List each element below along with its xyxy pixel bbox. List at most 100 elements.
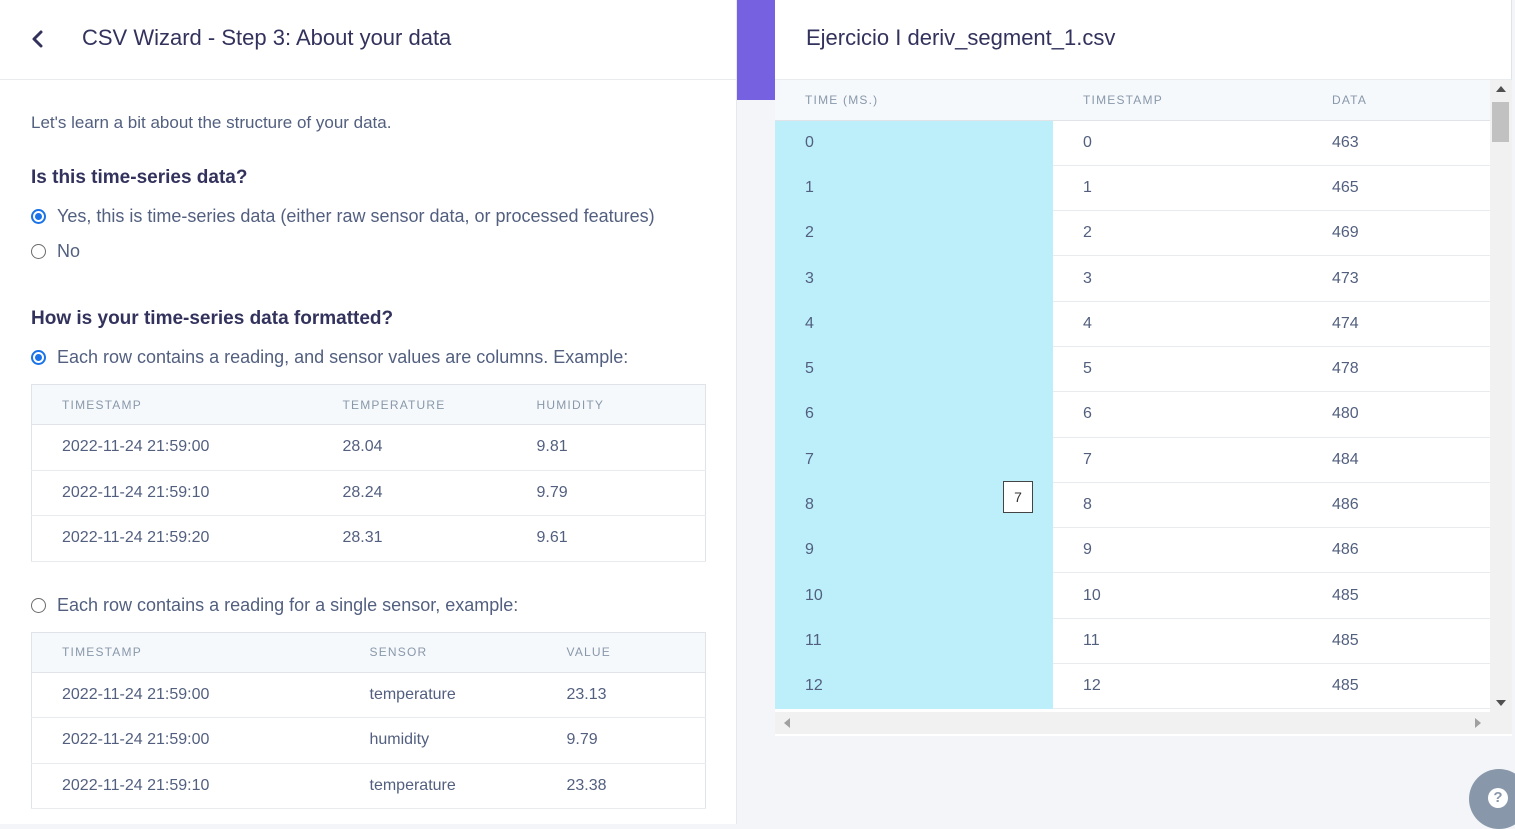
table-cell[interactable]: 463 bbox=[1302, 120, 1490, 166]
table-row: 2022-11-24 21:59:00 28.04 9.81 bbox=[31, 424, 706, 471]
table-cell: 2022-11-24 21:59:00 bbox=[31, 672, 340, 718]
table-cell[interactable]: 0 bbox=[1053, 120, 1302, 166]
table-cell[interactable]: 1 bbox=[775, 165, 1053, 211]
table-cell[interactable]: 11 bbox=[775, 618, 1053, 664]
table-row: 11 11 485 bbox=[775, 618, 1490, 665]
table-cell[interactable]: 3 bbox=[775, 255, 1053, 302]
table-cell[interactable]: 3 bbox=[1053, 255, 1302, 302]
table-cell: humidity bbox=[339, 717, 537, 764]
table-cell[interactable]: 7 bbox=[1053, 437, 1302, 483]
wizard-content: Let's learn a bit about the structure of… bbox=[31, 80, 707, 809]
example-table-single-sensor: TIMESTAMP SENSOR VALUE 2022-11-24 21:59:… bbox=[31, 631, 706, 809]
column-header-timestamp[interactable]: TIMESTAMP bbox=[1053, 80, 1302, 121]
file-name: Ejercicio I deriv_segment_1.csv bbox=[806, 25, 1116, 50]
help-button[interactable]: ? bbox=[1469, 769, 1515, 829]
table-header-row: TIMESTAMP SENSOR VALUE bbox=[31, 632, 706, 673]
table-cell: 23.13 bbox=[536, 672, 706, 718]
table-cell[interactable]: 10 bbox=[1053, 572, 1302, 619]
table-cell[interactable]: 2 bbox=[1053, 210, 1302, 257]
accent-bar bbox=[737, 0, 777, 100]
wizard-title: CSV Wizard - Step 3: About your data bbox=[82, 25, 452, 50]
table-cell[interactable]: 474 bbox=[1302, 301, 1490, 347]
table-cell[interactable]: 486 bbox=[1302, 482, 1490, 529]
table-row: 9 9 486 bbox=[775, 527, 1490, 574]
table-cell[interactable]: 9 bbox=[1053, 527, 1302, 574]
column-header-time[interactable]: TIME (MS.) bbox=[775, 80, 1053, 121]
table-cell[interactable]: 4 bbox=[775, 301, 1053, 347]
table-cell[interactable]: 10 bbox=[775, 572, 1053, 619]
intro-text: Let's learn a bit about the structure of… bbox=[31, 113, 392, 132]
back-chevron-icon[interactable] bbox=[28, 26, 48, 52]
table-cell: 2022-11-24 21:59:00 bbox=[31, 717, 340, 764]
radio-no-time-series[interactable]: No bbox=[31, 241, 707, 262]
radio-yes-indicator[interactable] bbox=[31, 209, 46, 224]
table-cell[interactable]: 473 bbox=[1302, 255, 1490, 302]
table-cell[interactable]: 11 bbox=[1053, 618, 1302, 665]
table-cell[interactable]: 485 bbox=[1302, 572, 1490, 619]
question-circle-icon[interactable]: ? bbox=[1488, 788, 1508, 808]
radio-no-indicator[interactable] bbox=[31, 244, 46, 259]
table-cell[interactable]: 478 bbox=[1302, 346, 1490, 393]
table-cell[interactable]: 12 bbox=[1053, 663, 1302, 710]
table-cell[interactable]: 469 bbox=[1302, 210, 1490, 257]
radio-no-label: No bbox=[57, 241, 81, 261]
table-cell[interactable]: 485 bbox=[1302, 663, 1490, 710]
radio-yes-time-series[interactable]: Yes, this is time-series data (either ra… bbox=[31, 206, 707, 227]
example-table-columns: TIMESTAMP TEMPERATURE HUMIDITY 2022-11-2… bbox=[31, 384, 706, 562]
scroll-down-icon[interactable] bbox=[1496, 700, 1506, 706]
table-cell[interactable]: 7 bbox=[775, 437, 1053, 483]
horizontal-scrollbar[interactable] bbox=[775, 712, 1512, 734]
table-cell: 28.04 bbox=[312, 424, 507, 471]
table-row: 2022-11-24 21:59:00 humidity 9.79 bbox=[31, 717, 706, 764]
radio-single-sensor-indicator[interactable] bbox=[31, 597, 46, 613]
radio-columns-indicator[interactable] bbox=[31, 350, 46, 365]
table-row: 0 0 463 bbox=[775, 120, 1490, 166]
table-cell: 28.24 bbox=[312, 470, 507, 516]
table-cell[interactable]: 1 bbox=[1053, 165, 1302, 212]
table-cell[interactable]: 5 bbox=[775, 346, 1053, 392]
preview-grid: TIME (MS.) TIMESTAMP DATA 0 0 463 1 1 465 2 2 46… bbox=[775, 80, 1490, 712]
table-row: 10 10 485 bbox=[775, 572, 1490, 619]
column-header: SENSOR bbox=[339, 632, 537, 673]
table-cell[interactable]: 4 bbox=[1053, 301, 1302, 347]
table-cell[interactable]: 8 bbox=[1053, 482, 1302, 529]
table-row: 4 4 474 bbox=[775, 301, 1490, 347]
preview-body: 0 0 463 1 1 465 2 2 469 3 3 473 4 4 474 5 5 478 6 6 480 7 7 484… bbox=[775, 120, 1490, 710]
table-row: 8 8 486 bbox=[775, 482, 1490, 529]
preview-header: Ejercicio I deriv_segment_1.csv bbox=[775, 0, 1512, 80]
table-cell[interactable]: 0 bbox=[775, 120, 1053, 166]
table-cell[interactable]: 485 bbox=[1302, 618, 1490, 665]
column-header: HUMIDITY bbox=[506, 384, 706, 425]
table-cell[interactable]: 6 bbox=[775, 391, 1053, 438]
question-time-series: Is this time-series data? bbox=[31, 167, 248, 188]
scroll-right-icon[interactable] bbox=[1475, 718, 1481, 728]
table-cell: 23.38 bbox=[536, 763, 706, 809]
cell-tooltip: 7 bbox=[1003, 481, 1033, 513]
radio-single-sensor-format[interactable]: Each row contains a reading for a single… bbox=[31, 595, 707, 616]
table-cell[interactable]: 480 bbox=[1302, 391, 1490, 438]
table-cell: temperature bbox=[339, 763, 537, 809]
table-cell[interactable]: 12 bbox=[775, 663, 1053, 709]
table-cell[interactable]: 9 bbox=[775, 527, 1053, 573]
table-header-row: TIMESTAMP TEMPERATURE HUMIDITY bbox=[31, 384, 706, 425]
preview-table: TIME (MS.) TIMESTAMP DATA 0 0 463 1 1 465 2 2 46… bbox=[775, 80, 1490, 710]
table-cell: 28.31 bbox=[312, 515, 507, 562]
scroll-left-icon[interactable] bbox=[784, 718, 790, 728]
csv-preview-panel: Ejercicio I deriv_segment_1.csv TIME (MS… bbox=[775, 0, 1512, 736]
table-cell[interactable]: 484 bbox=[1302, 437, 1490, 483]
scroll-up-icon[interactable] bbox=[1496, 86, 1506, 92]
wizard-panel: CSV Wizard - Step 3: About your data Let… bbox=[0, 0, 737, 824]
column-header: TIMESTAMP bbox=[31, 384, 313, 425]
radio-columns-format[interactable]: Each row contains a reading, and sensor … bbox=[31, 347, 707, 368]
table-cell: temperature bbox=[339, 672, 537, 718]
column-header-data[interactable]: DATA bbox=[1302, 80, 1490, 121]
table-cell[interactable]: 2 bbox=[775, 210, 1053, 256]
vertical-scroll-thumb[interactable] bbox=[1492, 102, 1509, 142]
table-cell[interactable]: 465 bbox=[1302, 165, 1490, 212]
vertical-scrollbar[interactable] bbox=[1490, 80, 1512, 712]
table-cell[interactable]: 6 bbox=[1053, 391, 1302, 438]
radio-columns-label: Each row contains a reading, and sensor … bbox=[57, 347, 629, 367]
table-cell[interactable]: 5 bbox=[1053, 346, 1302, 393]
table-cell[interactable]: 486 bbox=[1302, 527, 1490, 574]
table-row: 6 6 480 bbox=[775, 391, 1490, 438]
